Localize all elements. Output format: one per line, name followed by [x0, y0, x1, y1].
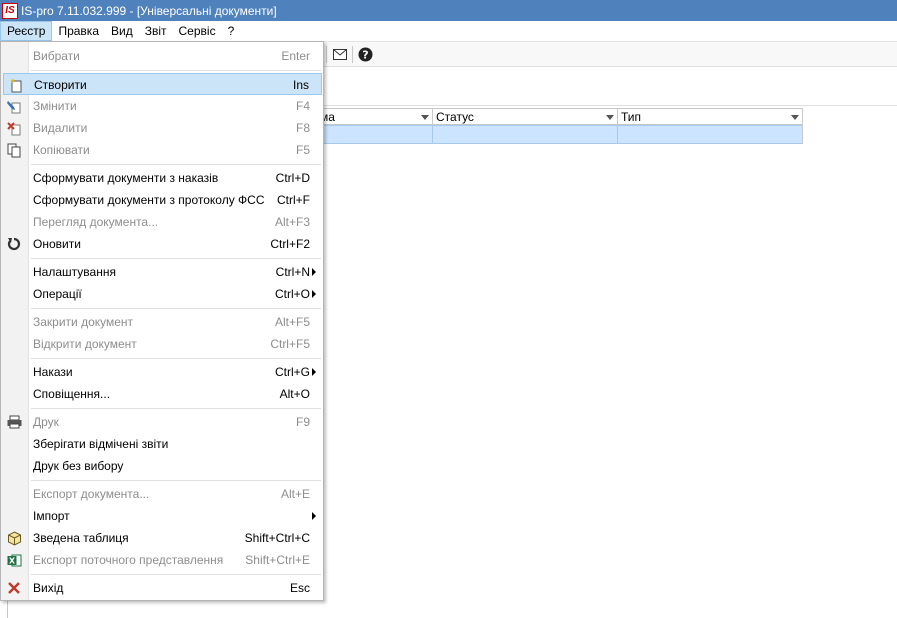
menu-reiestr[interactable]: Реєстр [0, 21, 53, 41]
copy-icon [6, 142, 22, 158]
column-header-name[interactable]: ма [316, 108, 433, 125]
menu-item-vidkryty-dokument[interactable]: Відкрити документ Ctrl+F5 [3, 333, 322, 355]
submenu-arrow-icon [312, 512, 316, 520]
toolbar-separator [326, 46, 327, 63]
window-title: IS-pro 7.11.032.999 - [Універсальні доку… [21, 3, 277, 18]
menu-separator [31, 308, 321, 309]
table-cell[interactable] [432, 125, 618, 144]
menu-bar: Реєстр Правка Вид Звіт Сервіс ? [0, 21, 897, 42]
table-cell[interactable] [316, 125, 433, 144]
menu-help[interactable]: ? [222, 21, 241, 41]
pivot-table-icon [6, 530, 22, 546]
submenu-arrow-icon [312, 268, 316, 276]
menu-item-vydalyty[interactable]: Видалити F8 [3, 117, 322, 139]
app-logo-icon: IS [2, 2, 18, 19]
menu-zvit[interactable]: Звіт [139, 21, 173, 41]
toolbar-separator [352, 46, 353, 63]
delete-doc-icon [6, 120, 22, 136]
menu-item-eksport-predstavlennia[interactable]: X Експорт поточного представлення Shift+… [3, 549, 322, 571]
mail-icon [333, 49, 347, 60]
menu-item-onovyty[interactable]: Оновити Ctrl+F2 [3, 233, 322, 255]
excel-export-icon: X [6, 552, 22, 568]
menu-item-nalashtuvannia[interactable]: Налаштування Ctrl+N [3, 261, 322, 283]
menu-item-zvedena-tablytsia[interactable]: Зведена таблиця Shift+Ctrl+C [3, 527, 322, 549]
menu-item-import[interactable]: Імпорт [3, 505, 322, 527]
menu-item-eksport-dokumenta[interactable]: Експорт документа... Alt+E [3, 483, 322, 505]
menu-item-spovishchennia[interactable]: Сповіщення... Alt+O [3, 383, 322, 405]
help-button[interactable]: ? [355, 45, 375, 64]
menu-item-druk[interactable]: Друк F9 [3, 411, 322, 433]
menu-servis[interactable]: Сервіс [173, 21, 222, 41]
table-cell[interactable] [617, 125, 803, 144]
menu-item-kopiiuvaty[interactable]: Копіювати F5 [3, 139, 322, 161]
column-header-type[interactable]: Тип [617, 108, 803, 125]
svg-text:?: ? [362, 49, 368, 62]
menu-item-operatsii[interactable]: Операції Ctrl+O [3, 283, 322, 305]
grid-border [802, 108, 803, 144]
menu-vyd[interactable]: Вид [105, 21, 139, 41]
menu-item-zberihaty-zvity[interactable]: Зберігати відмічені звіти [3, 433, 322, 455]
menu-separator [31, 574, 321, 575]
menu-separator [31, 258, 321, 259]
edit-doc-icon [6, 98, 22, 114]
submenu-arrow-icon [312, 368, 316, 376]
column-filter-icon[interactable] [791, 115, 799, 120]
menu-pravka[interactable]: Правка [52, 21, 105, 41]
column-header-status[interactable]: Статус [432, 108, 618, 125]
submenu-arrow-icon [312, 290, 316, 298]
menu-item-vybraty[interactable]: Вибрати Enter [3, 45, 322, 67]
menu-item-zakryty-dokument[interactable]: Закрити документ Alt+F5 [3, 311, 322, 333]
printer-icon [6, 414, 22, 430]
column-filter-icon[interactable] [606, 115, 614, 120]
reiestr-dropdown-menu: Вибрати Enter Створити Ins Змінити F4 Ви… [0, 41, 324, 601]
menu-item-zminyty[interactable]: Змінити F4 [3, 95, 322, 117]
mail-button[interactable] [330, 45, 350, 64]
left-panel-edge [0, 600, 8, 618]
menu-item-vykhid[interactable]: Вихід Esc [3, 577, 322, 599]
menu-item-druk-bez-vyboru[interactable]: Друк без вибору [3, 455, 322, 477]
create-doc-icon [7, 77, 23, 93]
column-filter-icon[interactable] [421, 115, 429, 120]
menu-separator [31, 358, 321, 359]
menu-separator [31, 164, 321, 165]
refresh-icon [6, 236, 22, 252]
menu-item-stvoryty[interactable]: Створити Ins [3, 73, 322, 95]
menu-item-nakazy[interactable]: Накази Ctrl+G [3, 361, 322, 383]
menu-item-sformuvaty-z-nakaziv[interactable]: Сформувати документи з наказів Ctrl+D [3, 167, 322, 189]
menu-separator [31, 408, 321, 409]
exit-icon [6, 580, 22, 596]
menu-separator [31, 480, 321, 481]
title-bar: IS IS-pro 7.11.032.999 - [Універсальні д… [0, 0, 897, 21]
menu-item-sformuvaty-z-protokolu[interactable]: Сформувати документи з протоколу ФСС Ctr… [3, 189, 322, 211]
svg-text:X: X [8, 556, 15, 565]
menu-separator [31, 70, 321, 71]
menu-item-perehliad[interactable]: Перегляд документа... Alt+F3 [3, 211, 322, 233]
help-icon: ? [358, 47, 372, 62]
